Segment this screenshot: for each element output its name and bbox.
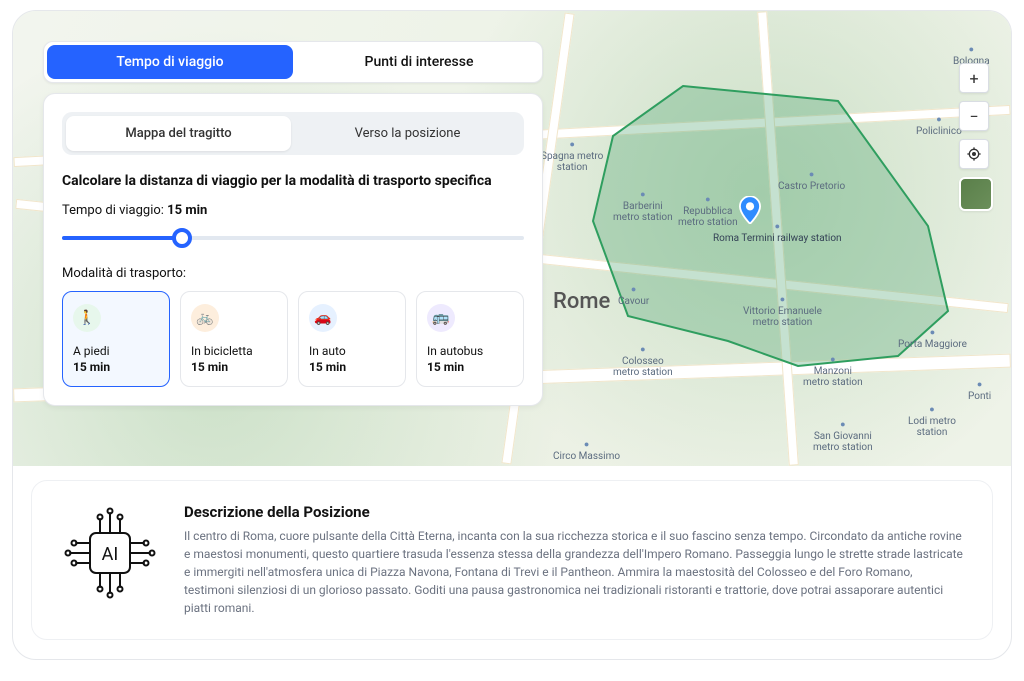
travel-time-label: Tempo di viaggio: 15 min xyxy=(62,203,524,218)
poi-castro: Castro Pretorio xyxy=(778,171,845,192)
map-city-label: Rome xyxy=(553,289,610,314)
mode-car-label: In auto xyxy=(309,344,395,360)
poi-sgiov: San Giovannimetro station xyxy=(813,421,873,453)
map-pin-label: Roma Termini railway station xyxy=(713,223,842,244)
mode-walk[interactable]: 🚶 A piedi 15 min xyxy=(62,291,170,387)
svg-text:AI: AI xyxy=(102,544,119,565)
mode-walk-label: A piedi xyxy=(73,344,159,360)
mode-car-duration: 15 min xyxy=(309,360,395,374)
slider-fill xyxy=(62,236,182,240)
bike-icon: 🚲 xyxy=(191,304,219,332)
walk-icon: 🚶 xyxy=(73,304,101,332)
poi-policlinico: Policlinico xyxy=(916,116,962,137)
description-text-block: Descrizione della Posizione Il centro di… xyxy=(184,503,964,617)
poi-colosseo: Colosseometro station xyxy=(613,346,673,378)
mode-bus-duration: 15 min xyxy=(427,360,513,374)
transport-modes: 🚶 A piedi 15 min 🚲 In bicicletta 15 min … xyxy=(62,291,524,387)
travel-time-value: 15 min xyxy=(167,203,207,218)
description-heading: Descrizione della Posizione xyxy=(184,503,964,521)
poi-porta: Porta Maggiore xyxy=(898,329,967,350)
zoom-in-button[interactable]: + xyxy=(959,63,989,93)
zoom-out-button[interactable]: − xyxy=(959,101,989,131)
car-icon: 🚗 xyxy=(309,304,337,332)
location-description: AI Descrizione della Posizi xyxy=(31,480,993,640)
tab-route-map[interactable]: Mappa del tragitto xyxy=(66,116,291,151)
app-card: Rome Spagna metrostation Barberinimetro … xyxy=(12,10,1012,660)
mode-car[interactable]: 🚗 In auto 15 min xyxy=(298,291,406,387)
map-pin-icon[interactable] xyxy=(739,196,761,224)
mode-bike[interactable]: 🚲 In bicicletta 15 min xyxy=(180,291,288,387)
description-body: Il centro di Roma, cuore pulsante della … xyxy=(184,527,964,617)
poi-lodi: Lodi metrostation xyxy=(908,406,956,438)
travel-time-slider[interactable] xyxy=(62,228,524,248)
mode-bike-duration: 15 min xyxy=(191,360,277,374)
poi-spagna: Spagna metrostation xyxy=(541,141,603,173)
tab-travel-time[interactable]: Tempo di viaggio xyxy=(47,45,293,79)
locate-button[interactable] xyxy=(959,139,989,169)
travel-time-prefix: Tempo di viaggio: xyxy=(62,203,164,218)
poi-circo: Circo Massimo xyxy=(553,441,620,462)
ai-chip-icon: AI xyxy=(60,503,160,607)
tab-to-position[interactable]: Verso la posizione xyxy=(295,116,520,151)
map-controls: + − xyxy=(959,63,993,211)
slider-thumb[interactable] xyxy=(172,228,192,248)
transport-modes-label: Modalità di trasporto: xyxy=(62,266,524,281)
mode-bus-label: In autobus xyxy=(427,344,513,360)
tab-points-of-interest[interactable]: Punti di interesse xyxy=(296,42,542,82)
bus-icon: 🚌 xyxy=(427,304,455,332)
panel-body: Mappa del tragitto Verso la posizione Ca… xyxy=(43,93,543,406)
mode-bike-label: In bicicletta xyxy=(191,344,277,360)
poi-ponte: Ponti xyxy=(968,381,991,402)
mode-walk-duration: 15 min xyxy=(73,360,159,374)
mode-bus[interactable]: 🚌 In autobus 15 min xyxy=(416,291,524,387)
poi-manzoni: Manzonimetro station xyxy=(803,356,863,388)
poi-vittorio: Vittorio Emanuelemetro station xyxy=(743,296,822,328)
poi-barberini: Barberinimetro station xyxy=(613,191,673,223)
satellite-toggle[interactable] xyxy=(959,177,993,211)
panel-title: Calcolare la distanza di viaggio per la … xyxy=(62,173,524,189)
poi-cavour: Cavour xyxy=(618,286,649,307)
primary-tabs: Tempo di viaggio Punti di interesse xyxy=(43,41,543,83)
search-panel: Tempo di viaggio Punti di interesse Mapp… xyxy=(43,41,543,406)
secondary-tabs: Mappa del tragitto Verso la posizione xyxy=(62,112,524,155)
